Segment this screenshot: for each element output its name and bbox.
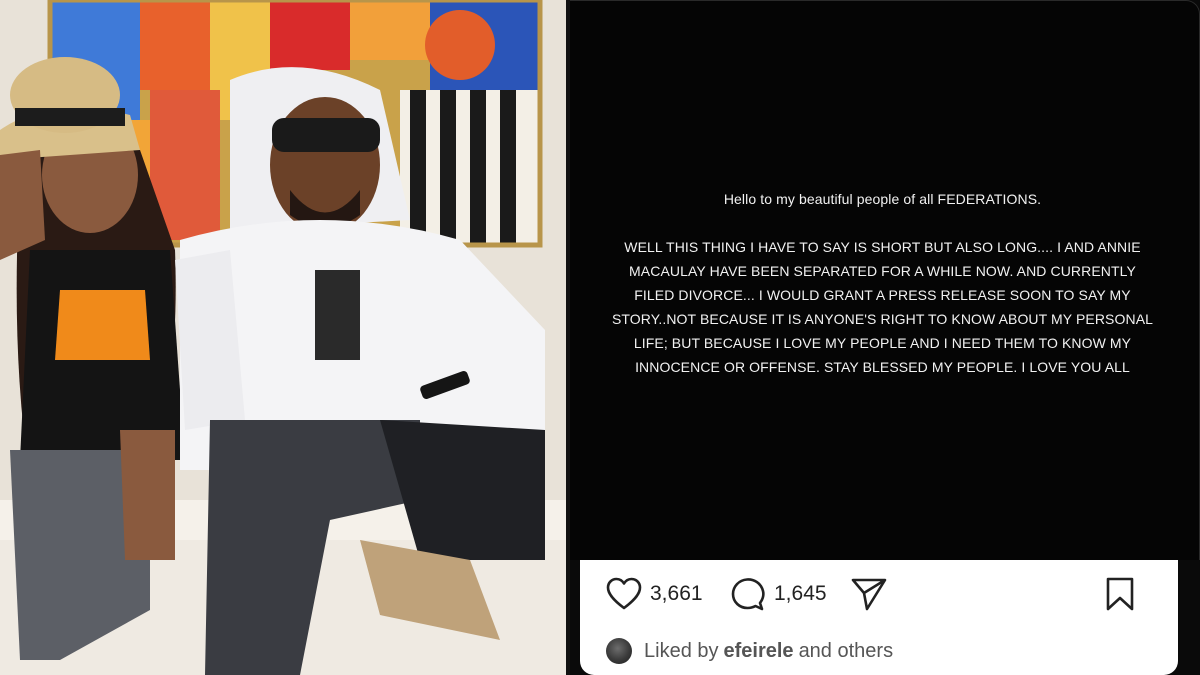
- liked-by-suffix[interactable]: and others: [799, 640, 894, 663]
- comment-button[interactable]: 1,645: [730, 574, 827, 614]
- comment-count: 1,645: [774, 582, 827, 605]
- story-text-card: Hello to my beautiful people of all FEDE…: [570, 0, 1200, 560]
- couple-photo-illustration: [0, 0, 566, 675]
- avatar[interactable]: [606, 638, 632, 664]
- liked-by-prefix: Liked by: [644, 639, 719, 662]
- couple-photo: [0, 0, 566, 675]
- like-button[interactable]: 3,661: [606, 574, 703, 614]
- liked-by-row[interactable]: Liked by efeirele and others: [606, 636, 893, 666]
- save-button[interactable]: [1104, 574, 1136, 614]
- paper-plane-icon[interactable]: [850, 576, 888, 612]
- post-footer: 3,661 1,645 Liked by efeirele and others: [580, 560, 1178, 675]
- bookmark-icon[interactable]: [1104, 576, 1136, 612]
- share-button[interactable]: [850, 574, 888, 614]
- story-text: Hello to my beautiful people of all FEDE…: [610, 187, 1155, 379]
- story-body: WELL THIS THING I HAVE TO SAY IS SHORT B…: [611, 239, 1154, 375]
- comment-bubble-icon[interactable]: [730, 576, 766, 612]
- post-actions: 3,661 1,645: [606, 574, 1166, 614]
- instagram-post: Hello to my beautiful people of all FEDE…: [570, 0, 1200, 675]
- liked-by-user[interactable]: efeirele: [724, 640, 794, 663]
- like-count: 3,661: [650, 582, 703, 605]
- heart-icon[interactable]: [606, 577, 642, 611]
- story-greeting: Hello to my beautiful people of all FEDE…: [723, 191, 1042, 207]
